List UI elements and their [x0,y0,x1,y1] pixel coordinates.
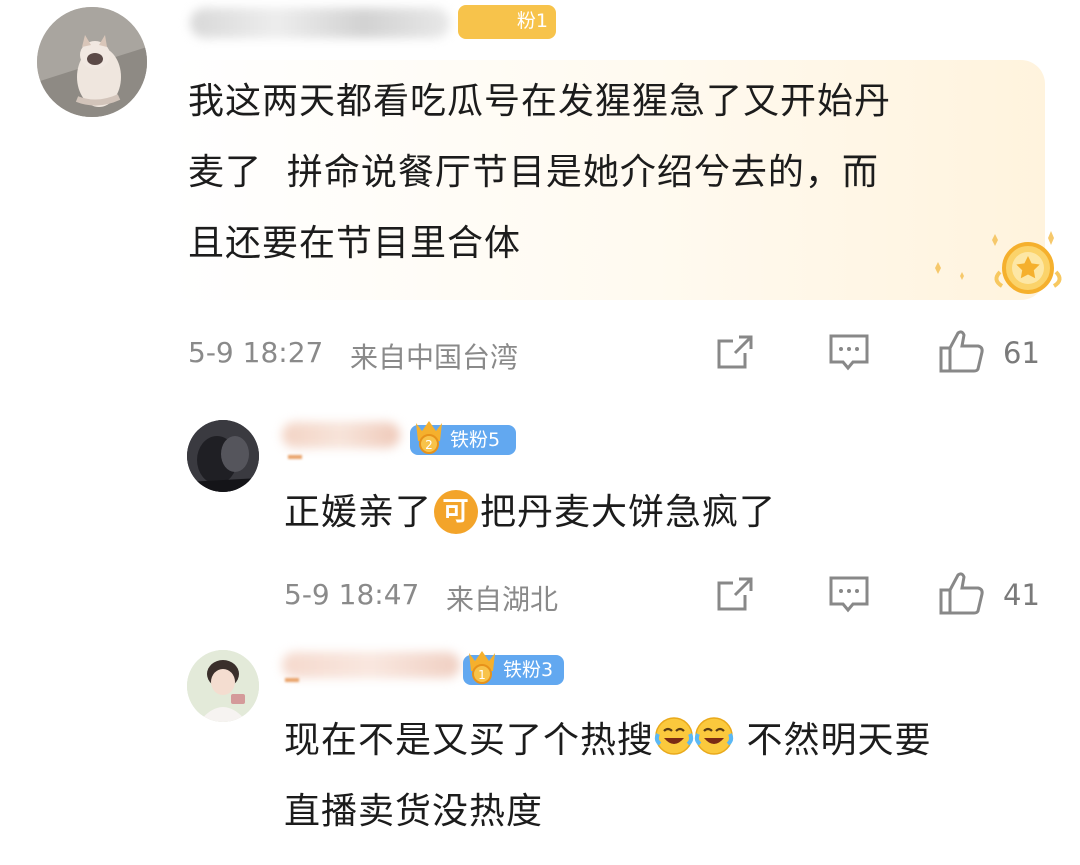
username-accent [288,455,302,459]
comment-text-segment: 不然明天要 [734,720,932,761]
medal-icon: 1 [469,651,495,684]
svg-text:2: 2 [425,438,433,452]
comment-text: 正媛亲了可把丹麦大饼急疯了 [284,477,776,548]
badge-label: 粉1 [516,10,548,32]
comment-text-line: 直播卖货没热度 [284,791,544,832]
username[interactable] [190,8,450,38]
comment-text-line: 麦了 拼命说餐厅节目是她介绍兮去的，而 [188,152,879,193]
fan-badge[interactable]: 2 铁粉5 [410,421,516,455]
comment-text-segment: 把丹麦大饼急疯了 [480,492,777,533]
comment-text-line: 现在不是又买了个热搜 不然明天要 [284,705,1044,776]
username[interactable] [282,422,400,448]
comment-time: 5-9 18:47 [284,578,420,611]
vip-star-icon [935,231,1062,294]
badge-label: 铁粉5 [450,429,501,451]
fan-badge[interactable]: 1 铁粉3 [463,651,564,685]
comment-text: 现在不是又买了个热搜 不然明天要 直播卖货没热度 [284,705,1044,847]
avatar[interactable] [187,420,259,492]
comment-icon[interactable] [828,333,870,373]
like-icon[interactable] [938,570,986,616]
comment-text-line: 我这两天都看吃瓜号在发猩猩急了又开始丹 [188,81,892,122]
laugh-cry-emoji [654,717,694,755]
laugh-cry-emoji [694,717,734,755]
fan-badge[interactable]: 粉1 [458,5,556,39]
username[interactable] [282,652,460,678]
comment-text-segment: 正媛亲了 [284,492,433,533]
comment-text-line: 且还要在节目里合体 [188,223,522,264]
avatar[interactable] [187,650,259,722]
comment-time: 5-9 18:27 [188,336,324,369]
username-accent [285,678,299,682]
svg-text:1: 1 [478,668,486,682]
share-icon[interactable] [715,575,755,615]
avatar[interactable] [37,7,147,117]
comment-location: 来自湖北 [446,583,559,616]
comment-text-segment: 现在不是又买了个热搜 [284,720,655,761]
comment-icon[interactable] [828,575,870,615]
ke-emoji: 可 [434,490,479,534]
like-count: 41 [1003,578,1040,612]
share-icon[interactable] [715,333,755,373]
like-count: 61 [1003,336,1040,370]
medal-icon: 2 [416,421,442,454]
comment-text: 我这两天都看吃瓜号在发猩猩急了又开始丹 麦了 拼命说餐厅节目是她介绍兮去的，而 … [188,66,1028,279]
badge-label: 铁粉3 [503,659,554,681]
like-icon[interactable] [938,328,986,374]
comment-location: 来自中国台湾 [350,341,519,374]
